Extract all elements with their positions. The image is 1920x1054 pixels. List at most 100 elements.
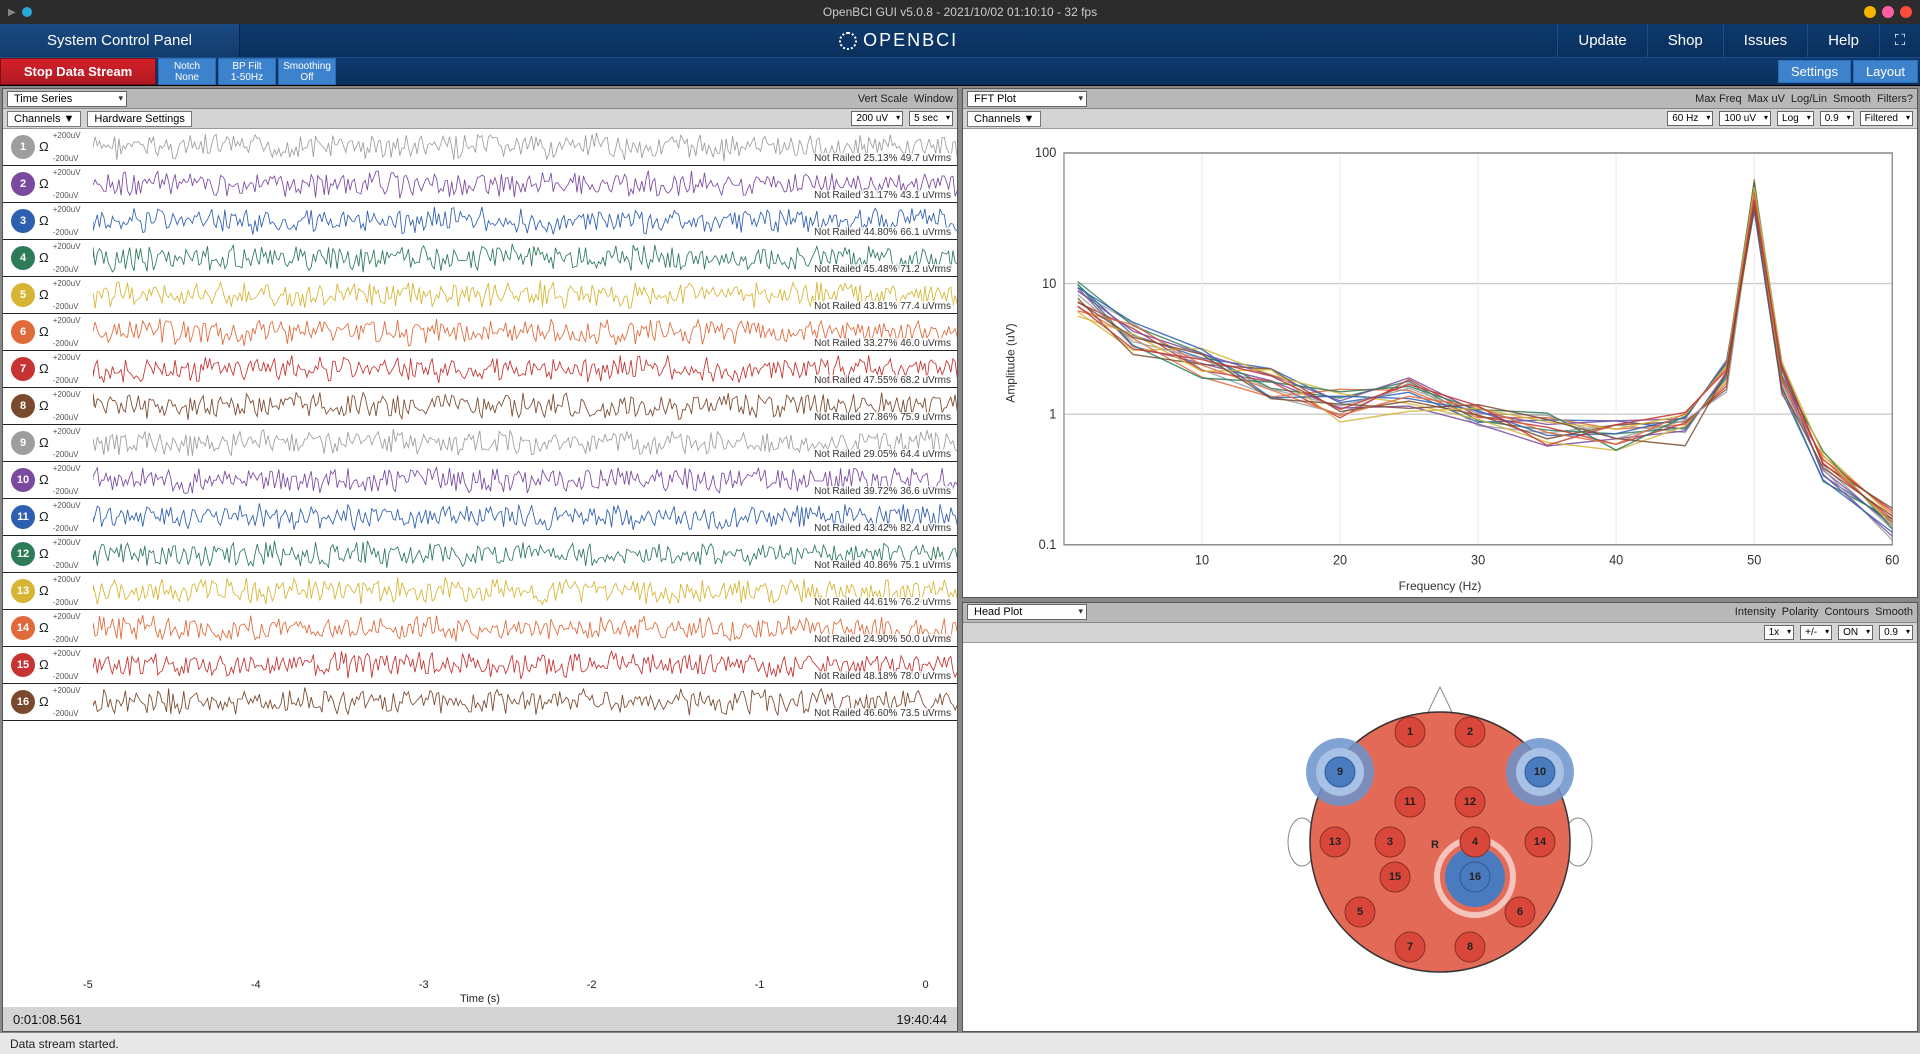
svg-text:0.1: 0.1 <box>1039 536 1057 552</box>
impedance-icon[interactable]: Ω <box>39 361 49 387</box>
impedance-icon[interactable]: Ω <box>39 176 49 202</box>
fft-channels-dropdown[interactable]: Channels ▼ <box>967 111 1041 127</box>
svg-text:13: 13 <box>1329 836 1341 848</box>
window-maximize-icon[interactable] <box>1882 6 1894 18</box>
vert-scale-select[interactable]: 200 uV <box>851 111 903 126</box>
head-smooth-select[interactable]: 0.9 <box>1879 625 1913 640</box>
hardware-settings-button[interactable]: Hardware Settings <box>87 111 192 127</box>
channel-toggle-7[interactable]: 7 <box>11 357 35 381</box>
channel-toggle-8[interactable]: 8 <box>11 394 35 418</box>
timeseries-footer: 0:01:08.561 19:40:44 <box>3 1007 957 1031</box>
fft-maxfreq-select[interactable]: 60 Hz <box>1667 111 1713 126</box>
impedance-icon[interactable]: Ω <box>39 287 49 313</box>
system-control-panel-button[interactable]: System Control Panel <box>0 24 240 57</box>
stop-stream-button[interactable]: Stop Data Stream <box>0 58 156 85</box>
svg-text:30: 30 <box>1471 552 1485 568</box>
channel-toggle-1[interactable]: 1 <box>11 135 35 159</box>
headplot-panel: Head Plot Intensity Polarity Contours Sm… <box>962 602 1918 1032</box>
channel-row: 12 Ω +200uV-200uV Not Railed 40.86% 75.1… <box>3 536 957 573</box>
svg-text:5: 5 <box>1357 906 1363 918</box>
issues-button[interactable]: Issues <box>1723 24 1807 57</box>
impedance-icon[interactable]: Ω <box>39 472 49 498</box>
impedance-icon[interactable]: Ω <box>39 398 49 424</box>
window-minimize-icon[interactable] <box>1864 6 1876 18</box>
svg-text:40: 40 <box>1609 552 1623 568</box>
channel-row: 11 Ω +200uV-200uV Not Railed 43.42% 82.4… <box>3 499 957 536</box>
channels-dropdown[interactable]: Channels ▼ <box>7 111 81 127</box>
headplot-header: Head Plot Intensity Polarity Contours Sm… <box>963 603 1917 623</box>
channel-status: Not Railed 31.17% 43.1 uVrms <box>812 190 953 201</box>
channel-toggle-4[interactable]: 4 <box>11 246 35 270</box>
channel-toggle-16[interactable]: 16 <box>11 690 35 714</box>
window-label: Window <box>914 93 953 105</box>
channel-toggle-12[interactable]: 12 <box>11 542 35 566</box>
svg-text:3: 3 <box>1387 836 1393 848</box>
svg-text:7: 7 <box>1407 941 1413 953</box>
impedance-icon[interactable]: Ω <box>39 583 49 609</box>
smoothing-button[interactable]: Smoothing Off <box>278 58 336 85</box>
fft-subheader: Channels ▼ 60 Hz 100 uV Log 0.9 Filtered <box>963 109 1917 129</box>
channel-status: Not Railed 46.60% 73.5 uVrms <box>812 708 953 719</box>
channel-status: Not Railed 40.86% 75.1 uVrms <box>812 560 953 571</box>
window-close-icon[interactable] <box>1900 6 1912 18</box>
fft-smooth-select[interactable]: 0.9 <box>1820 111 1854 126</box>
channel-toggle-3[interactable]: 3 <box>11 209 35 233</box>
shop-button[interactable]: Shop <box>1647 24 1723 57</box>
svg-text:10: 10 <box>1195 552 1209 568</box>
channel-status: Not Railed 29.05% 64.4 uVrms <box>812 449 953 460</box>
svg-text:9: 9 <box>1337 766 1343 778</box>
timeseries-xlabel: Time (s) <box>460 993 500 1005</box>
impedance-icon[interactable]: Ω <box>39 435 49 461</box>
impedance-icon[interactable]: Ω <box>39 139 49 165</box>
widget-select-headplot[interactable]: Head Plot <box>967 604 1087 620</box>
channel-row: 15 Ω +200uV-200uV Not Railed 48.18% 78.0… <box>3 647 957 684</box>
bandpass-filter-button[interactable]: BP Filt 1-50Hz <box>218 58 276 85</box>
svg-text:16: 16 <box>1469 871 1481 883</box>
svg-text:8: 8 <box>1467 941 1473 953</box>
window-select[interactable]: 5 sec <box>909 111 953 126</box>
widget-select-fft[interactable]: FFT Plot <box>967 91 1087 107</box>
channel-status: Not Railed 45.48% 71.2 uVrms <box>812 264 953 275</box>
channel-toggle-9[interactable]: 9 <box>11 431 35 455</box>
widget-select-timeseries[interactable]: Time Series <box>7 91 127 107</box>
channel-status: Not Railed 25.13% 49.7 uVrms <box>812 153 953 164</box>
fft-loglin-select[interactable]: Log <box>1777 111 1814 126</box>
fft-panel: FFT Plot Max Freq Max uV Log/Lin Smooth … <box>962 88 1918 598</box>
channel-toggle-6[interactable]: 6 <box>11 320 35 344</box>
svg-text:20: 20 <box>1333 552 1347 568</box>
channel-toggle-13[interactable]: 13 <box>11 579 35 603</box>
channel-toggle-15[interactable]: 15 <box>11 653 35 677</box>
impedance-icon[interactable]: Ω <box>39 546 49 572</box>
fft-maxuv-select[interactable]: 100 uV <box>1719 111 1771 126</box>
impedance-icon[interactable]: Ω <box>39 657 49 683</box>
settings-button[interactable]: Settings <box>1778 60 1851 83</box>
impedance-icon[interactable]: Ω <box>39 324 49 350</box>
channel-row: 2 Ω +200uV-200uV Not Railed 31.17% 43.1 … <box>3 166 957 203</box>
head-polarity-select[interactable]: +/- <box>1800 625 1832 640</box>
expand-icon[interactable]: ⛶ <box>1879 24 1920 57</box>
channel-toggle-2[interactable]: 2 <box>11 172 35 196</box>
help-button[interactable]: Help <box>1807 24 1879 57</box>
top-nav: Update Shop Issues Help ⛶ <box>1557 24 1920 57</box>
os-titlebar: ▶ OpenBCI GUI v5.0.8 - 2021/10/02 01:10:… <box>0 0 1920 24</box>
vert-scale-label: Vert Scale <box>858 93 908 105</box>
impedance-icon[interactable]: Ω <box>39 213 49 239</box>
channel-toggle-5[interactable]: 5 <box>11 283 35 307</box>
update-button[interactable]: Update <box>1557 24 1646 57</box>
layout-button[interactable]: Layout <box>1853 60 1918 83</box>
channel-toggle-11[interactable]: 11 <box>11 505 35 529</box>
channel-toggle-14[interactable]: 14 <box>11 616 35 640</box>
timeseries-header: Time Series Vert Scale Window <box>3 89 957 109</box>
head-intensity-select[interactable]: 1x <box>1764 625 1795 640</box>
impedance-icon[interactable]: Ω <box>39 509 49 535</box>
fft-filters-select[interactable]: Filtered <box>1860 111 1913 126</box>
channel-toggle-10[interactable]: 10 <box>11 468 35 492</box>
notch-filter-button[interactable]: Notch None <box>158 58 216 85</box>
impedance-icon[interactable]: Ω <box>39 620 49 646</box>
elapsed-time: 0:01:08.561 <box>13 1012 82 1027</box>
head-contours-select[interactable]: ON <box>1838 625 1873 640</box>
svg-text:100: 100 <box>1035 145 1056 161</box>
impedance-icon[interactable]: Ω <box>39 694 49 720</box>
impedance-icon[interactable]: Ω <box>39 250 49 276</box>
brand-logo: OPENBCI <box>240 24 1557 57</box>
